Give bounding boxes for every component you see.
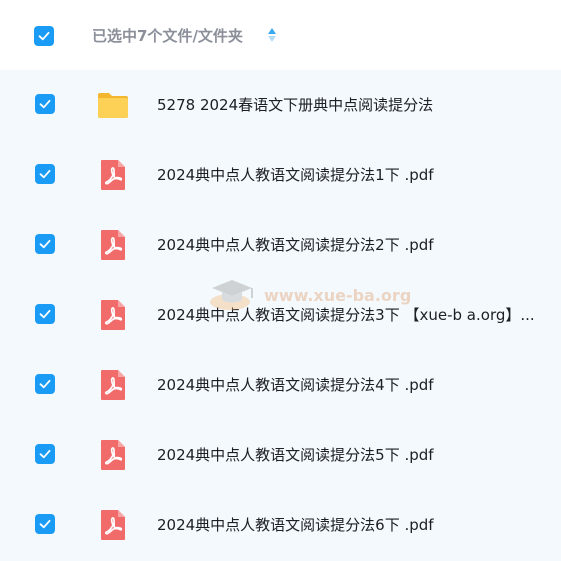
selection-header: 已选中7个文件/文件夹 xyxy=(0,0,561,70)
file-list: 5278 2024春语文下册典中点阅读提分法 2024典中点人教语文阅读提分法1… xyxy=(0,70,561,561)
checkmark-icon xyxy=(39,379,51,389)
checkmark-icon xyxy=(39,449,51,459)
file-row[interactable]: 2024典中点人教语文阅读提分法6下 .pdf xyxy=(0,490,561,560)
pdf-file-icon xyxy=(101,230,125,260)
file-name: 2024典中点人教语文阅读提分法6下 .pdf xyxy=(157,516,434,534)
pdf-file-icon xyxy=(101,160,125,190)
file-row[interactable]: 2024典中点人教语文阅读提分法5下 .pdf xyxy=(0,420,561,490)
row-checkbox[interactable] xyxy=(35,304,55,324)
checkmark-icon xyxy=(39,99,51,109)
file-name: 2024典中点人教语文阅读提分法4下 .pdf xyxy=(157,376,434,394)
file-row[interactable]: 2024典中点人教语文阅读提分法1下 .pdf xyxy=(0,140,561,210)
file-row[interactable]: 2024典中点人教语文阅读提分法3下 【xue-b a.org】... xyxy=(0,280,561,350)
file-name: 2024典中点人教语文阅读提分法2下 .pdf xyxy=(157,236,434,254)
select-all-checkbox[interactable] xyxy=(34,26,54,46)
row-checkbox[interactable] xyxy=(35,444,55,464)
checkmark-icon xyxy=(39,239,51,249)
row-checkbox[interactable] xyxy=(35,514,55,534)
row-checkbox[interactable] xyxy=(35,94,55,114)
row-checkbox[interactable] xyxy=(35,374,55,394)
file-name: 2024典中点人教语文阅读提分法5下 .pdf xyxy=(157,446,434,464)
checkmark-icon xyxy=(39,519,51,529)
file-name: 2024典中点人教语文阅读提分法3下 【xue-b a.org】... xyxy=(157,306,535,324)
pdf-file-icon xyxy=(101,510,125,540)
checkmark-icon xyxy=(39,309,51,319)
file-row[interactable]: 2024典中点人教语文阅读提分法4下 .pdf xyxy=(0,350,561,420)
pdf-file-icon xyxy=(101,440,125,470)
file-row[interactable]: 5278 2024春语文下册典中点阅读提分法 xyxy=(0,70,561,140)
file-name: 5278 2024春语文下册典中点阅读提分法 xyxy=(157,96,434,114)
sort-icon[interactable] xyxy=(267,25,277,45)
row-checkbox[interactable] xyxy=(35,164,55,184)
checkmark-icon xyxy=(39,169,51,179)
pdf-file-icon xyxy=(101,370,125,400)
file-name: 2024典中点人教语文阅读提分法1下 .pdf xyxy=(157,166,434,184)
row-checkbox[interactable] xyxy=(35,234,55,254)
file-row[interactable]: 2024典中点人教语文阅读提分法2下 .pdf xyxy=(0,210,561,280)
file-selection-page: 已选中7个文件/文件夹 5278 2024春语文下册典中点阅读提分法 2024典… xyxy=(0,0,561,561)
selection-count-label: 已选中7个文件/文件夹 xyxy=(92,27,243,45)
pdf-file-icon xyxy=(101,300,125,330)
checkmark-icon xyxy=(38,31,50,41)
folder-icon xyxy=(98,93,128,118)
